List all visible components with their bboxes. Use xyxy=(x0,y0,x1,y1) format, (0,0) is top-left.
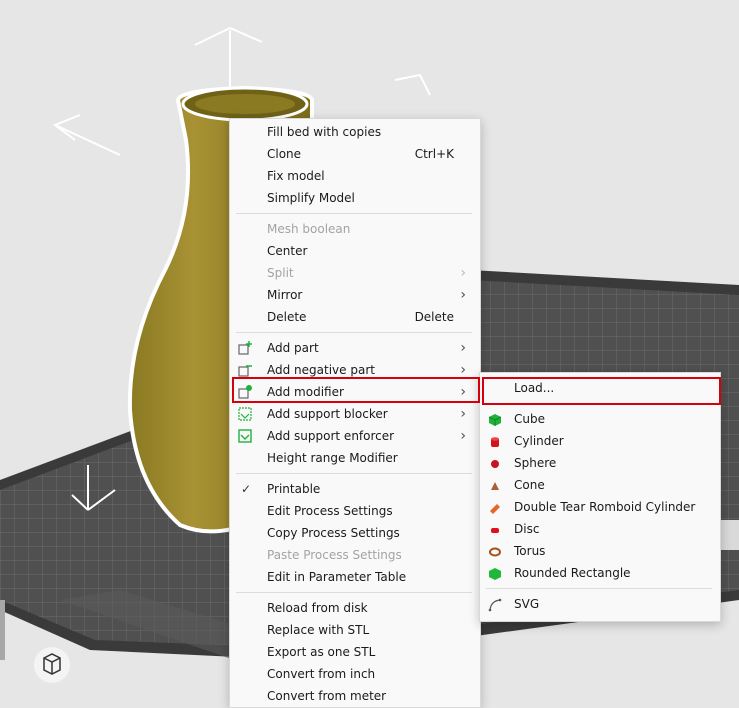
menu-item-label: Rounded Rectangle xyxy=(514,566,631,580)
menu-separator xyxy=(236,332,472,333)
menu-item-label: Fill bed with copies xyxy=(267,125,382,139)
menu-item-label: Mesh boolean xyxy=(267,222,351,236)
menu-item-cylinder[interactable]: Cylinder xyxy=(480,430,720,452)
svg-curve-icon xyxy=(488,597,502,612)
menu-item-edit-process-settings[interactable]: Edit Process Settings xyxy=(230,500,480,522)
menu-item-label: Double Tear Romboid Cylinder xyxy=(514,500,696,514)
support-blocker-icon xyxy=(237,406,253,422)
menu-item-label: Add support blocker xyxy=(267,407,388,421)
menu-item-disc[interactable]: Disc xyxy=(480,518,720,540)
menu-item-clone[interactable]: Clone Ctrl+K xyxy=(230,143,480,165)
menu-item-label: Center xyxy=(267,244,308,258)
menu-item-mirror[interactable]: Mirror › xyxy=(230,284,480,306)
menu-item-add-support-enforcer[interactable]: Add support enforcer › xyxy=(230,425,480,447)
menu-item-add-part[interactable]: Add part › xyxy=(230,337,480,359)
menu-item-label: Cone xyxy=(514,478,545,492)
shortcut-label: Ctrl+K xyxy=(414,147,454,161)
menu-item-printable[interactable]: ✓ Printable xyxy=(230,478,480,500)
menu-item-sphere[interactable]: Sphere xyxy=(480,452,720,474)
menu-item-label: Sphere xyxy=(514,456,557,470)
torus-icon xyxy=(488,544,502,558)
cylinder-icon xyxy=(488,434,502,448)
menu-item-label: Clone xyxy=(267,147,302,161)
menu-item-copy-process-settings[interactable]: Copy Process Settings xyxy=(230,522,480,544)
menu-item-label: Add negative part xyxy=(267,363,375,377)
menu-item-label: Height range Modifier xyxy=(267,451,398,465)
menu-separator xyxy=(236,213,472,214)
menu-item-label: Mirror xyxy=(267,288,303,302)
menu-item-label: Reload from disk xyxy=(267,601,368,615)
shortcut-label: Delete xyxy=(414,310,454,324)
chevron-right-icon: › xyxy=(460,406,466,422)
menu-item-fix-model[interactable]: Fix model xyxy=(230,165,480,187)
menu-separator xyxy=(486,588,712,589)
left-panel-edge xyxy=(0,600,5,660)
chevron-right-icon: › xyxy=(460,287,466,303)
disc-icon xyxy=(488,522,502,536)
menu-item-label: Export as one STL xyxy=(267,645,376,659)
menu-item-label: Disc xyxy=(514,522,540,536)
menu-item-label: Replace with STL xyxy=(267,623,370,637)
menu-item-cone[interactable]: Cone xyxy=(480,474,720,496)
menu-item-convert-from-inch[interactable]: Convert from inch xyxy=(230,663,480,685)
menu-item-reload-from-disk[interactable]: Reload from disk xyxy=(230,597,480,619)
menu-item-split: Split › xyxy=(230,262,480,284)
load-highlight xyxy=(482,377,721,405)
menu-item-fill-bed-with-copies[interactable]: Fill bed with copies xyxy=(230,121,480,143)
object-context-menu: Fill bed with copies Clone Ctrl+K Fix model… xyxy=(229,118,481,708)
menu-item-label: Simplify Model xyxy=(267,191,355,205)
menu-item-label: Convert from inch xyxy=(267,667,376,681)
menu-item-height-range-modifier[interactable]: Height range Modifier xyxy=(230,447,480,469)
menu-item-convert-from-meter[interactable]: Convert from meter xyxy=(230,685,480,707)
add-modifier-highlight xyxy=(232,377,480,403)
menu-item-label: Fix model xyxy=(267,169,325,183)
double-tear-romboid-cylinder-icon xyxy=(488,500,502,514)
support-enforcer-icon xyxy=(237,428,253,444)
menu-item-label: Printable xyxy=(267,482,321,496)
menu-item-label: Add part xyxy=(267,341,319,355)
chevron-right-icon: › xyxy=(460,428,466,444)
menu-item-add-support-blocker[interactable]: Add support blocker › xyxy=(230,403,480,425)
add-modifier-submenu: Load... Cube Cylinder Sphere Cone Double Tear… xyxy=(479,372,721,622)
menu-item-label: Convert from meter xyxy=(267,689,387,703)
menu-item-label: Add support enforcer xyxy=(267,429,395,443)
menu-separator xyxy=(236,592,472,593)
menu-item-simplify-model[interactable]: Simplify Model xyxy=(230,187,480,209)
menu-item-label: Split xyxy=(267,266,294,280)
menu-item-torus[interactable]: Torus xyxy=(480,540,720,562)
cone-icon xyxy=(488,478,502,492)
menu-item-label: Cylinder xyxy=(514,434,564,448)
chevron-right-icon: › xyxy=(460,340,466,356)
menu-item-label: Torus xyxy=(514,544,546,558)
sphere-icon xyxy=(488,456,502,470)
menu-item-label: Delete xyxy=(267,310,307,324)
menu-separator xyxy=(236,473,472,474)
add-part-icon xyxy=(237,340,253,356)
menu-item-center[interactable]: Center xyxy=(230,240,480,262)
menu-item-paste-process-settings: Paste Process Settings xyxy=(230,544,480,566)
menu-item-mesh-boolean: Mesh boolean xyxy=(230,218,480,240)
menu-item-label: Edit in Parameter Table xyxy=(267,570,407,584)
chevron-right-icon: › xyxy=(460,265,466,281)
menu-item-replace-with-stl[interactable]: Replace with STL xyxy=(230,619,480,641)
menu-item-cube[interactable]: Cube xyxy=(480,408,720,430)
add-negative-part-icon xyxy=(237,362,253,378)
menu-item-label: Copy Process Settings xyxy=(267,526,400,540)
menu-item-label: Paste Process Settings xyxy=(267,548,402,562)
menu-item-double-tear-romboid-cylinder[interactable]: Double Tear Romboid Cylinder xyxy=(480,496,720,518)
menu-item-label: Edit Process Settings xyxy=(267,504,393,518)
rounded-rectangle-icon xyxy=(488,566,502,580)
menu-item-export-as-one-stl[interactable]: Export as one STL xyxy=(230,641,480,663)
menu-item-delete[interactable]: Delete Delete xyxy=(230,306,480,328)
cube-icon xyxy=(488,412,502,426)
view-cube-icon[interactable] xyxy=(34,647,70,683)
menu-item-svg[interactable]: SVG xyxy=(480,593,720,615)
menu-item-rounded-rectangle[interactable]: Rounded Rectangle xyxy=(480,562,720,584)
menu-item-label: Cube xyxy=(514,412,545,426)
checkmark-icon: ✓ xyxy=(241,482,252,496)
menu-item-edit-in-parameter-table[interactable]: Edit in Parameter Table xyxy=(230,566,480,588)
menu-item-label: SVG xyxy=(514,597,540,611)
